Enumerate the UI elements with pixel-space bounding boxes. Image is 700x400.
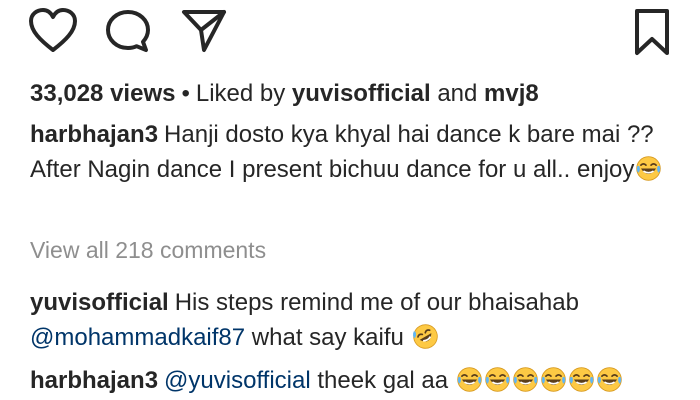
post-caption: harbhajan3 Hanji dosto kya khyal hai danc… [30,117,680,187]
comment-username[interactable]: yuvisofficial [30,289,169,316]
caption-username[interactable]: harbhajan3 [30,121,158,148]
tears-of-joy-emoji-icon [596,366,623,393]
liked-by-label: Liked by [195,80,286,107]
bullet-separator: • [181,80,190,107]
emoji-row [455,367,623,394]
comment-text: His steps remind me of our bhaisahab [174,289,579,316]
views-count[interactable]: 33,028 views [30,80,175,107]
rolling-on-floor-laughing-emoji-icon [412,323,439,350]
paper-plane-icon[interactable] [180,6,228,54]
tears-of-joy-emoji-icon [540,366,567,393]
comment-mention-link[interactable]: @mohammadkaif87 [30,324,245,351]
liked-by-user-link[interactable]: yuvisofficial [292,80,431,107]
liked-by-and: and [437,80,478,107]
tears-of-joy-emoji-icon [568,366,595,393]
tears-of-joy-emoji-icon [512,366,539,393]
comment-text-continued: what say kaifu [251,324,404,351]
view-all-comments-link[interactable]: View all 218 comments [30,236,266,264]
comment-text: theek gal aa [317,367,449,394]
tears-of-joy-emoji-icon [635,155,662,182]
liked-by-other-link[interactable]: mvj8 [484,80,539,107]
comment-mention-link[interactable]: @yuvisofficial [164,367,311,394]
post-stats: 33,028 views • Liked by yuvisofficial and … [30,80,539,108]
bookmark-icon[interactable] [634,8,670,56]
comment-item: yuvisofficial His steps remind me of our … [30,285,680,355]
tears-of-joy-emoji-icon [456,366,483,393]
action-bar [0,0,700,60]
heart-icon[interactable] [28,8,78,54]
comment-username[interactable]: harbhajan3 [30,367,158,394]
tears-of-joy-emoji-icon [484,366,511,393]
comment-item: harbhajan3 @yuvisofficial theek gal aa [30,366,690,396]
comment-icon[interactable] [104,8,152,56]
